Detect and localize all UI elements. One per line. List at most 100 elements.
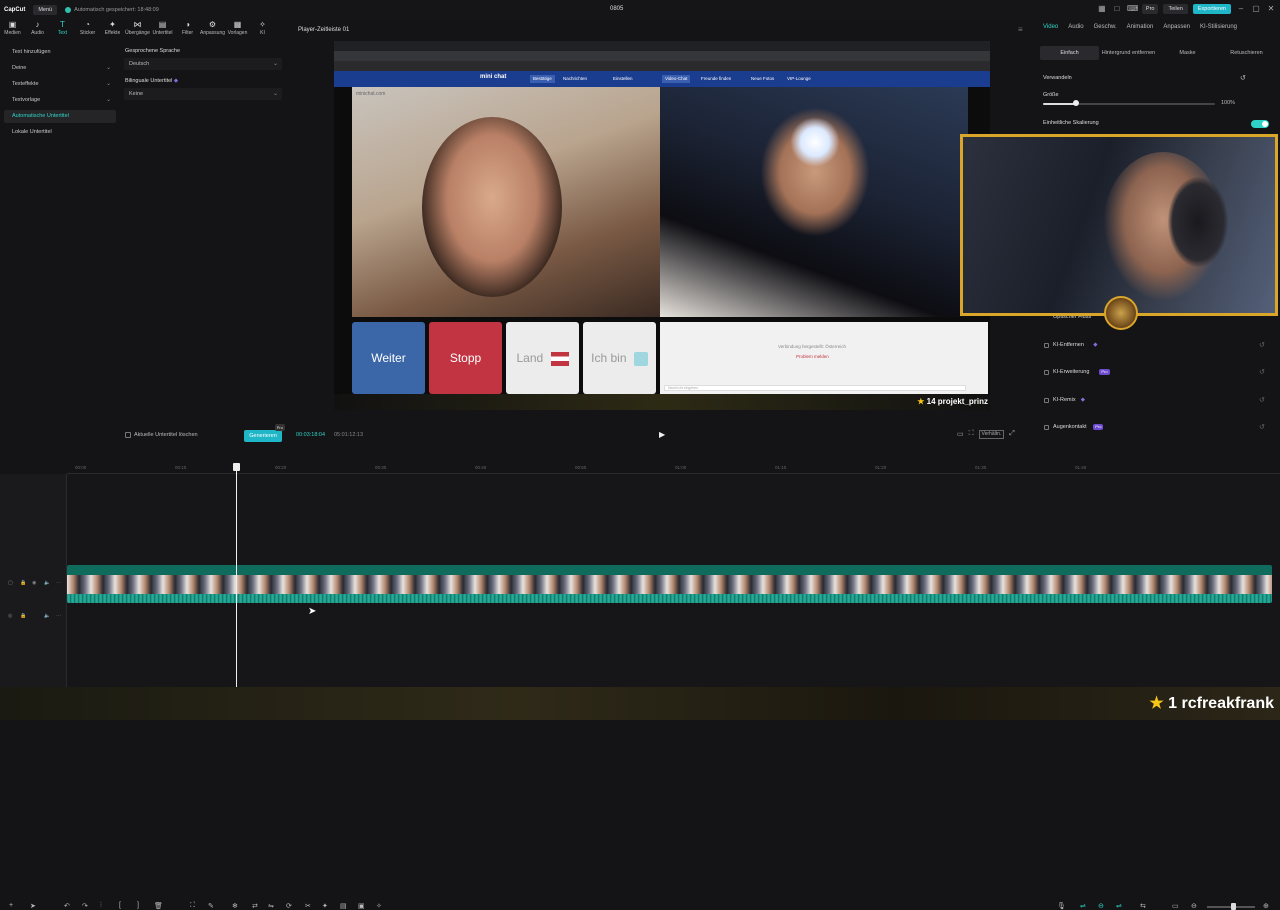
ai-cutout-icon[interactable]: ✂ <box>305 902 311 910</box>
redo-icon[interactable]: ↷ <box>82 902 88 910</box>
microphone-icon[interactable]: 🎙 <box>1057 902 1066 910</box>
reset-icon[interactable]: ↺ <box>1259 423 1265 431</box>
video-clip[interactable] <box>67 565 1272 603</box>
zoom-slider[interactable] <box>1207 903 1255 910</box>
fullscreen-icon[interactable]: ⤢ <box>1009 430 1015 439</box>
video-preview[interactable]: mini chat Bestätige Nachrichten Einstellen… <box>334 41 990 410</box>
ai-feature-checkbox[interactable] <box>1044 425 1049 430</box>
trim-right-icon[interactable]: ] <box>137 902 139 909</box>
toolbar-item-sticker[interactable]: ◔ Sticker <box>75 20 100 40</box>
toolbar-item-audio[interactable]: ♪ Audio <box>25 20 50 40</box>
playhead-handle[interactable] <box>233 463 240 471</box>
spoken-language-select[interactable]: Deutsch ⌄ <box>124 58 282 70</box>
menu-button[interactable]: Menü <box>33 5 58 15</box>
project-name[interactable]: 0805 <box>610 6 623 12</box>
magic-icon[interactable]: ✦ <box>322 902 328 910</box>
image-icon[interactable]: ▣ <box>358 902 365 910</box>
toolbar-item-vorlagen[interactable]: ▦ Vorlagen <box>225 20 250 40</box>
reset-icon[interactable]: ↺ <box>1240 74 1246 82</box>
site-nav-item[interactable]: VIP-Lounge <box>784 75 814 83</box>
maximize-icon[interactable]: ▢ <box>1251 4 1261 14</box>
fit-icon[interactable]: ▭ <box>957 430 964 439</box>
uniform-scale-toggle[interactable] <box>1251 120 1269 128</box>
keyboard-icon[interactable]: ⌨ <box>1127 4 1139 14</box>
caption-icon[interactable]: ▤ <box>340 902 347 910</box>
select-tool-icon[interactable]: ➤ <box>30 902 36 910</box>
reverse-icon[interactable]: ⇄ <box>252 902 258 910</box>
crop-icon[interactable]: ⛶ <box>190 902 195 910</box>
timeline-ruler[interactable]: 00:00 00:10 00:20 00:30 00:40 00:50 01:00 01:10… <box>67 464 1280 474</box>
toolbar-item-filter[interactable]: ◑ Filter <box>175 20 200 40</box>
toolbar-item-untertitel[interactable]: ▤ Untertitel <box>150 20 175 40</box>
size-slider-knob[interactable] <box>1072 100 1079 106</box>
toolbar-item-medien[interactable]: ▣ Medien <box>0 20 25 40</box>
crop-icon[interactable]: ⛶ <box>969 430 974 439</box>
nav-item[interactable]: Automatische Untertitel <box>4 110 116 123</box>
subtab[interactable]: Einfach <box>1040 46 1099 60</box>
ai-tools-icon[interactable]: ✧ <box>376 902 382 910</box>
site-nav-item[interactable]: Einstellen <box>610 75 636 83</box>
clear-subtitles-checkbox[interactable] <box>125 432 131 438</box>
nav-item[interactable]: Lokale Untertitel <box>4 126 116 139</box>
ai-feature-checkbox[interactable] <box>1044 398 1049 403</box>
tab-geschw.[interactable]: Geschw. <box>1094 24 1117 38</box>
size-slider[interactable] <box>1043 100 1215 106</box>
zoom-in-icon[interactable]: ⊕ <box>1263 902 1269 910</box>
reset-icon[interactable]: ↺ <box>1259 341 1265 349</box>
bilingual-subtitle-select[interactable]: Keine ⌄ <box>124 88 282 100</box>
generate-button[interactable]: Generieren Pro <box>244 424 285 442</box>
ai-feature-checkbox[interactable] <box>1044 370 1049 375</box>
nav-item[interactable]: Text hinzufügen <box>4 46 116 59</box>
toolbar-item-text[interactable]: T Text <box>50 20 75 40</box>
more-icon[interactable]: ⋯ <box>56 580 61 586</box>
draw-icon[interactable]: ✎ <box>208 902 214 910</box>
subtab[interactable]: Retuschieren <box>1217 46 1276 60</box>
reset-icon[interactable]: ↺ <box>1259 396 1265 404</box>
ai-feature-checkbox[interactable] <box>1044 343 1049 348</box>
zoom-knob[interactable] <box>1231 903 1236 910</box>
trim-left-icon[interactable]: [ <box>119 902 121 909</box>
lock-icon[interactable]: 🔒 <box>20 613 26 619</box>
layout-icon[interactable]: ▦ <box>1097 4 1107 14</box>
clear-subtitles-option[interactable]: Aktuelle Untertitel löschen <box>125 432 198 438</box>
close-icon[interactable]: ✕ <box>1266 4 1276 14</box>
export-button[interactable]: Exportieren <box>1192 4 1231 14</box>
toolbar-item-anpassung[interactable]: ⚙ Anpassung <box>200 20 225 40</box>
share-button[interactable]: Teilen <box>1163 4 1188 14</box>
subtab[interactable]: Maske <box>1158 46 1217 60</box>
toolbar-item-übergänge[interactable]: ⋈ Übergänge <box>125 20 150 40</box>
volume-icon[interactable]: 🔈 <box>44 613 50 619</box>
playhead[interactable] <box>236 464 237 687</box>
nav-item[interactable]: Texteffekte ⌄ <box>4 78 116 91</box>
pro-badge[interactable]: Pro <box>1141 4 1159 14</box>
minimize-icon[interactable]: – <box>1236 4 1246 14</box>
split-icon[interactable]: ⫶ <box>100 902 102 910</box>
magnet-icon[interactable]: ⊖ <box>1098 902 1104 910</box>
link-icon[interactable]: ⇌ <box>1080 902 1086 910</box>
report-link[interactable]: Problem melden <box>796 354 829 359</box>
tab-video[interactable]: Video <box>1043 24 1058 38</box>
rotate-icon[interactable]: ⟳ <box>286 902 292 910</box>
add-track-icon[interactable]: + <box>9 902 13 909</box>
subtab[interactable]: Hintergrund entfernen <box>1099 46 1158 60</box>
site-nav-item[interactable]: Neue Fotos <box>748 75 777 83</box>
toolbar-item-effekte[interactable]: ✦ Effekte <box>100 20 125 40</box>
next-button[interactable]: Weiter <box>352 322 425 394</box>
site-nav-item[interactable]: Nachrichten <box>560 75 590 83</box>
tab-animation[interactable]: Animation <box>1127 24 1154 38</box>
freeze-icon[interactable]: ❄ <box>232 902 238 910</box>
site-nav-item[interactable]: Bestätige <box>530 75 555 83</box>
eye-icon[interactable]: ◉ <box>32 580 36 586</box>
track-cover-icon[interactable]: ▢ <box>8 580 13 586</box>
nav-item[interactable]: Deine ⌄ <box>4 62 116 75</box>
player-menu-icon[interactable]: ≡ <box>1018 25 1023 34</box>
i-am-button[interactable]: Ich bin <box>583 322 656 394</box>
more-icon[interactable]: ⋯ <box>56 613 61 619</box>
stop-button[interactable]: Stopp <box>429 322 502 394</box>
ratio-button[interactable]: Verhältn. <box>978 430 1005 439</box>
transform-label[interactable]: Verwandeln <box>1043 75 1072 81</box>
site-nav-item[interactable]: Freunde finden <box>698 75 734 83</box>
volume-icon[interactable]: 🔈 <box>44 580 50 586</box>
audio-track-icon[interactable]: ◎ <box>8 613 12 619</box>
lock-icon[interactable]: 🔒 <box>20 580 26 586</box>
